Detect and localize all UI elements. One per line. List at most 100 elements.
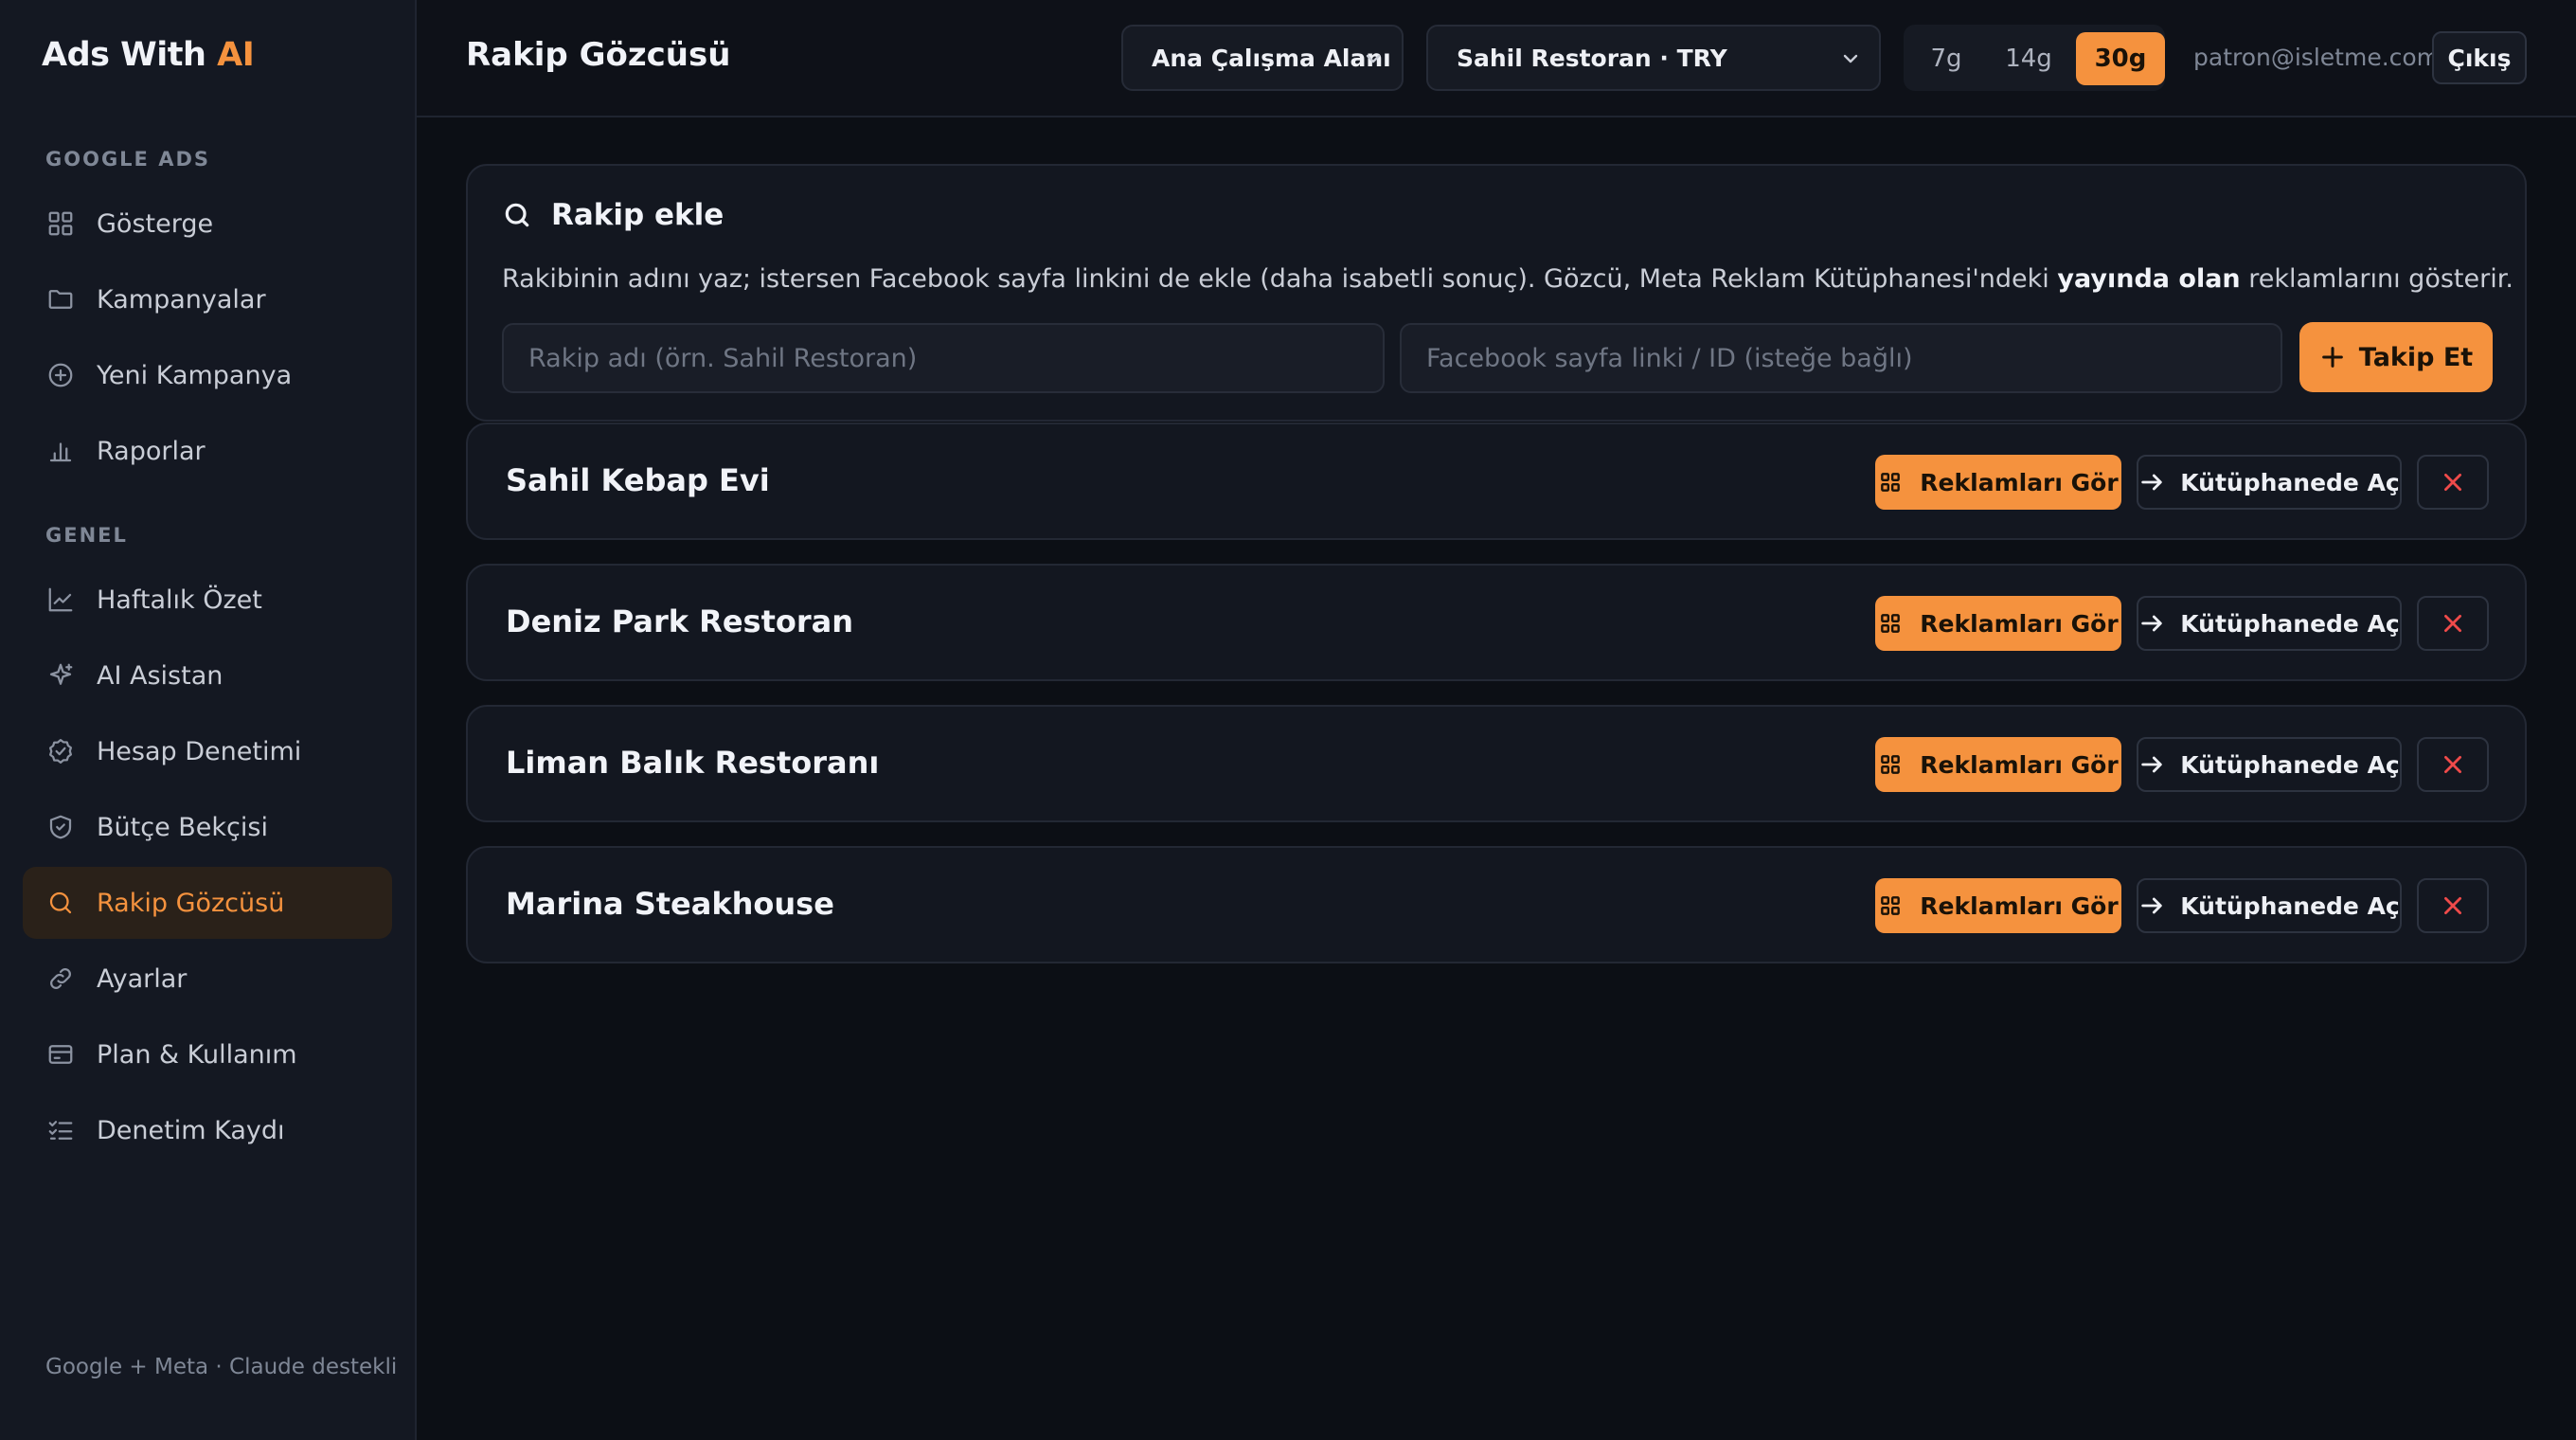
view-ads-button[interactable]: Reklamları Gör — [1875, 878, 2121, 933]
sparkle-icon — [45, 660, 76, 691]
competitor-card: Marina Steakhouse Reklamları Gör Kütüpha… — [466, 846, 2527, 963]
range-14g-button[interactable]: 14g — [1993, 32, 2065, 85]
sidebar-item-label: Raporlar — [97, 436, 206, 466]
close-icon — [2444, 615, 2461, 632]
chevron-down-icon — [1362, 47, 1385, 70]
add-competitor-title-text: Rakip ekle — [551, 198, 724, 232]
sidebar-item-ayarlar[interactable]: Ayarlar — [23, 943, 392, 1015]
view-ads-label: Reklamları Gör — [1920, 891, 2119, 920]
close-icon — [2444, 897, 2461, 914]
brand-name: Ads With — [42, 36, 206, 74]
sidebar-item-haftalik-ozet[interactable]: Haftalık Özet — [23, 564, 392, 636]
competitor-name: Deniz Park Restoran — [506, 603, 853, 639]
badge-check-icon — [45, 736, 76, 766]
open-library-label: Kütüphanede Aç — [2180, 891, 2400, 920]
competitor-name: Sahil Kebap Evi — [506, 462, 770, 498]
plus-icon — [2321, 347, 2343, 368]
arrow-right-icon — [2141, 474, 2162, 491]
user-email: patron@isletme.com — [2193, 44, 2441, 71]
page-title: Rakip Gözcüsü — [466, 36, 731, 74]
remove-competitor-button[interactable] — [2417, 737, 2489, 792]
sidebar-item-kampanyalar[interactable]: Kampanyalar — [23, 263, 392, 335]
desc-bold: yayında olan — [2057, 264, 2241, 294]
view-ads-button[interactable]: Reklamları Gör — [1875, 455, 2121, 510]
view-ads-label: Reklamları Gör — [1920, 609, 2119, 638]
add-competitor-description: Rakibinin adını yaz; istersen Facebook s… — [502, 264, 2513, 294]
follow-button[interactable]: Takip Et — [2299, 322, 2493, 392]
sidebar-item-label: Ayarlar — [97, 963, 188, 994]
sidebar-item-plan-kullanim[interactable]: Plan & Kullanım — [23, 1018, 392, 1090]
grid-icon — [1881, 755, 1901, 774]
bar-chart-icon — [45, 436, 76, 466]
sidebar-item-raporlar[interactable]: Raporlar — [23, 415, 392, 487]
brand-accent: AI — [217, 36, 255, 74]
competitor-card: Deniz Park Restoran Reklamları Gör Kütüp… — [466, 564, 2527, 681]
sidebar-footer: Google + Meta · Claude destekli — [45, 1355, 398, 1379]
sidebar-item-denetim-kaydi[interactable]: Denetim Kaydı — [23, 1094, 392, 1166]
account-select-value: Sahil Restoran · TRY — [1457, 44, 1727, 72]
open-library-label: Kütüphanede Aç — [2180, 609, 2400, 638]
view-ads-label: Reklamları Gör — [1920, 468, 2119, 496]
sidebar-item-hesap-denetimi[interactable]: Hesap Denetimi — [23, 715, 392, 787]
close-icon — [2444, 756, 2461, 773]
desc-part: reklamlarını gösterir. — [2240, 264, 2513, 294]
range-7g-button[interactable]: 7g — [1913, 32, 1979, 85]
sidebar-item-label: Bütçe Bekçisi — [97, 812, 268, 842]
open-library-button[interactable]: Kütüphanede Aç — [2137, 878, 2402, 933]
brand-logo[interactable]: Ads With AI — [42, 36, 255, 74]
view-ads-button[interactable]: Reklamları Gör — [1875, 596, 2121, 651]
workspace-select[interactable]: Ana Çalışma Alanı — [1121, 25, 1404, 91]
competitor-card: Sahil Kebap Evi Reklamları Gör Kütüphane… — [466, 423, 2527, 540]
section-label-genel: GENEL — [45, 524, 128, 547]
section-label-google-ads: GOOGLE ADS — [45, 148, 211, 171]
sidebar-item-ai-asistan[interactable]: AI Asistan — [23, 639, 392, 711]
sidebar-item-rakip-gozcusu[interactable]: Rakip Gözcüsü — [23, 867, 392, 939]
open-library-label: Kütüphanede Aç — [2180, 468, 2400, 496]
chevron-down-icon — [1839, 47, 1862, 70]
desc-part: Rakibinin adını yaz; istersen Facebook s… — [502, 264, 2058, 294]
sidebar-item-gosterge[interactable]: Gösterge — [23, 188, 392, 260]
grid-icon — [1881, 614, 1901, 633]
sidebar-item-label: Plan & Kullanım — [97, 1039, 297, 1070]
search-icon — [45, 888, 76, 918]
remove-competitor-button[interactable] — [2417, 596, 2489, 651]
open-library-label: Kütüphanede Aç — [2180, 750, 2400, 779]
open-library-button[interactable]: Kütüphanede Aç — [2137, 737, 2402, 792]
line-chart-icon — [45, 585, 76, 615]
sidebar-item-label: Kampanyalar — [97, 284, 266, 315]
open-library-button[interactable]: Kütüphanede Aç — [2137, 455, 2402, 510]
follow-button-label: Takip Et — [2358, 342, 2474, 372]
remove-competitor-button[interactable] — [2417, 455, 2489, 510]
logout-button[interactable]: Çıkış — [2432, 31, 2527, 84]
grid-icon — [1881, 473, 1901, 492]
remove-competitor-button[interactable] — [2417, 878, 2489, 933]
credit-card-icon — [45, 1039, 76, 1070]
competitor-name: Liman Balık Restoranı — [506, 745, 880, 781]
sidebar-item-label: Rakip Gözcüsü — [97, 888, 285, 918]
sidebar-item-label: Haftalık Özet — [97, 585, 262, 615]
sidebar-item-label: AI Asistan — [97, 660, 224, 691]
sidebar-item-label: Hesap Denetimi — [97, 736, 302, 766]
close-icon — [2444, 474, 2461, 491]
workspace-select-value: Ana Çalışma Alanı — [1152, 44, 1391, 72]
open-library-button[interactable]: Kütüphanede Aç — [2137, 596, 2402, 651]
sidebar: Ads With AI GOOGLE ADS Gösterge Kampanya… — [0, 0, 417, 1440]
grid-icon — [45, 208, 76, 239]
sidebar-item-butce-bekcisi[interactable]: Bütçe Bekçisi — [23, 791, 392, 863]
sidebar-item-label: Gösterge — [97, 208, 214, 239]
sidebar-item-label: Yeni Kampanya — [97, 360, 293, 390]
facebook-page-input[interactable] — [1400, 323, 2282, 393]
sidebar-item-yeni-kampanya[interactable]: Yeni Kampanya — [23, 339, 392, 411]
competitor-card: Liman Balık Restoranı Reklamları Gör Küt… — [466, 705, 2527, 822]
grid-icon — [1881, 896, 1901, 915]
view-ads-button[interactable]: Reklamları Gör — [1875, 737, 2121, 792]
range-30g-button[interactable]: 30g — [2076, 32, 2165, 85]
shield-check-icon — [45, 812, 76, 842]
account-select[interactable]: Sahil Restoran · TRY — [1426, 25, 1881, 91]
folder-icon — [45, 284, 76, 315]
view-ads-label: Reklamları Gör — [1920, 750, 2119, 779]
add-competitor-card: Rakip ekle Rakibinin adını yaz; istersen… — [466, 164, 2527, 422]
arrow-right-icon — [2141, 756, 2162, 773]
list-checks-icon — [45, 1115, 76, 1145]
competitor-name-input[interactable] — [502, 323, 1385, 393]
